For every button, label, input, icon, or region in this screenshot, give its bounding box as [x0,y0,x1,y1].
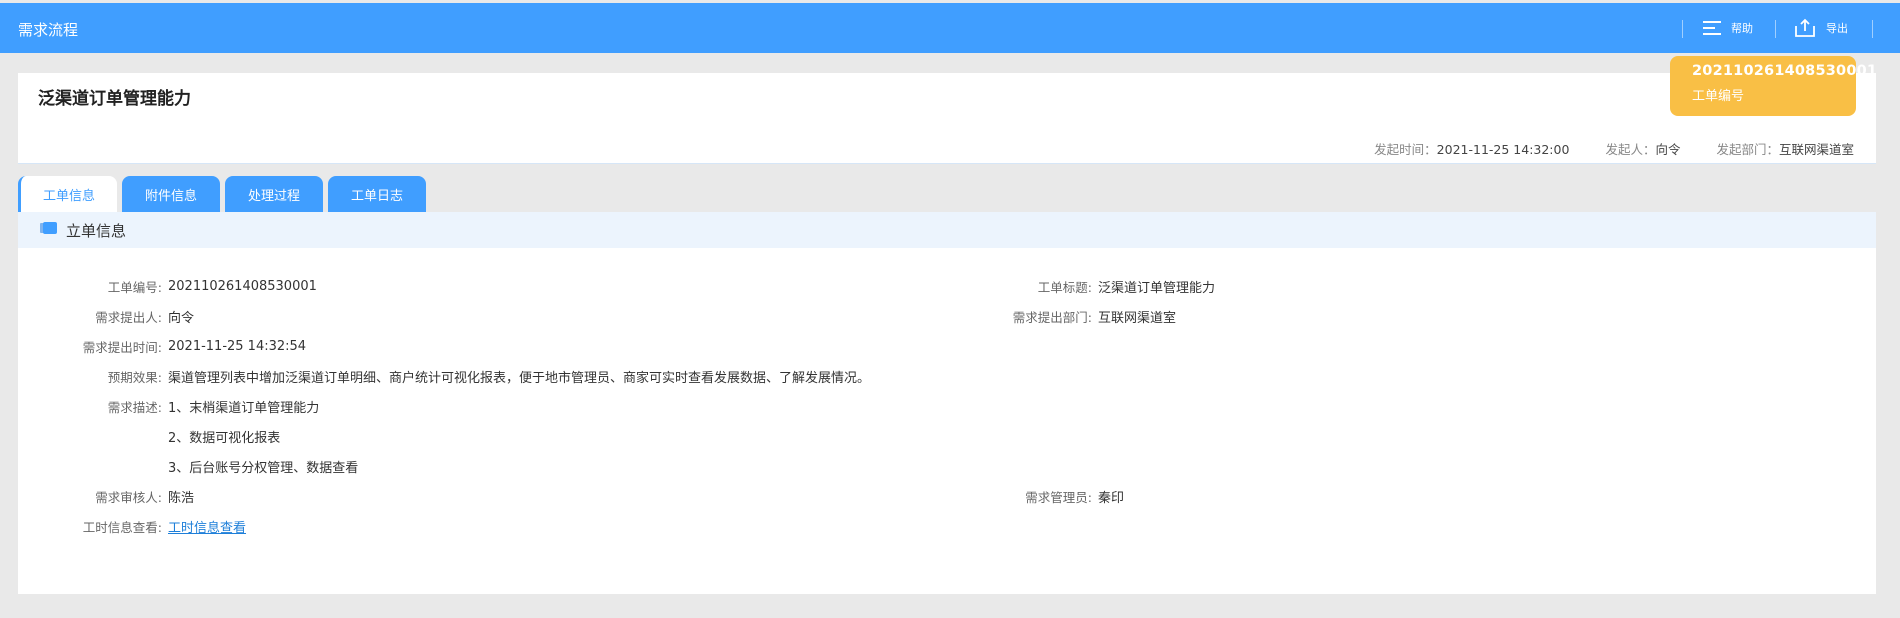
order-meta: 发起时间：2021-11-25 14:32:00 发起人：向令 发起部门：互联网… [1374,139,1854,158]
menu-lines-icon [1703,20,1721,36]
app-title: 需求流程 [18,21,79,39]
field-order-title: 工单标题: 泛渠道订单管理能力 [1037,279,1216,296]
meta-initiator: 发起人：向令 [1605,142,1681,157]
help-button[interactable]: 帮助 [1703,3,1753,53]
order-header: 泛渠道订单管理能力 发起时间：2021-11-25 14:32:00 发起人：向… [18,73,1876,164]
description-line: 3、后台账号分权管理、数据查看 [168,460,359,476]
field-hours: 工时信息查看: 工时信息查看 [18,516,246,536]
top-bar: 需求流程 帮助 导出 [0,3,1900,53]
field-proposer: 需求提出人: 向令 [95,309,195,326]
field-manager: 需求管理员: 秦印 [1025,489,1125,506]
toolbar-divider [1775,20,1776,38]
folder-icon [40,221,58,239]
toolbar-divider [1872,20,1873,38]
badge-number: 202110261408530001 [1692,63,1878,79]
tab-attachments[interactable]: 附件信息 [122,176,220,212]
description-line: 2、数据可视化报表 [168,430,281,446]
meta-initiated-time: 发起时间：2021-11-25 14:32:00 [1374,142,1570,157]
field-proposed-time: 需求提出时间: 2021-11-25 14:32:54 [82,338,307,355]
tab-order-info[interactable]: 工单信息 [18,176,117,212]
section-header: 立单信息 [18,212,1876,248]
order-info-panel: 立单信息 工单编号: 202110261408530001 工单标题: 泛渠道订… [18,212,1876,594]
share-export-icon [1794,18,1816,38]
field-expected-effect: 预期效果: 渠道管理列表中增加泛渠道订单明细、商户统计可视化报表，便于地市管理员… [107,369,871,386]
order-number-badge: 202110261408530001 工单编号 [1670,56,1878,116]
toolbar-divider [1682,20,1683,38]
field-description-cont: 3、后台账号分权管理、数据查看 [18,456,358,476]
field-description-cont: 2、数据可视化报表 [18,426,280,446]
field-department: 需求提出部门: 互联网渠道室 [1012,309,1177,326]
badge-label: 工单编号 [1692,89,1745,104]
field-description: 需求描述: 1、末梢渠道订单管理能力 [18,396,320,416]
meta-department: 发起部门：互联网渠道室 [1716,142,1854,157]
tab-bar: 工单信息 附件信息 处理过程 工单日志 [18,176,426,212]
tab-log[interactable]: 工单日志 [328,176,426,212]
tab-process[interactable]: 处理过程 [225,176,323,212]
section-title: 立单信息 [66,221,127,240]
export-button[interactable]: 导出 [1794,3,1848,53]
field-order-no: 工单编号: 202110261408530001 [107,278,317,295]
hours-info-link[interactable]: 工时信息查看 [168,517,246,536]
help-label: 帮助 [1731,22,1753,35]
export-label: 导出 [1826,22,1848,35]
description-line: 1、末梢渠道订单管理能力 [168,400,320,416]
field-reviewer: 需求审核人: 陈浩 [95,489,195,506]
page-title: 泛渠道订单管理能力 [38,89,191,109]
